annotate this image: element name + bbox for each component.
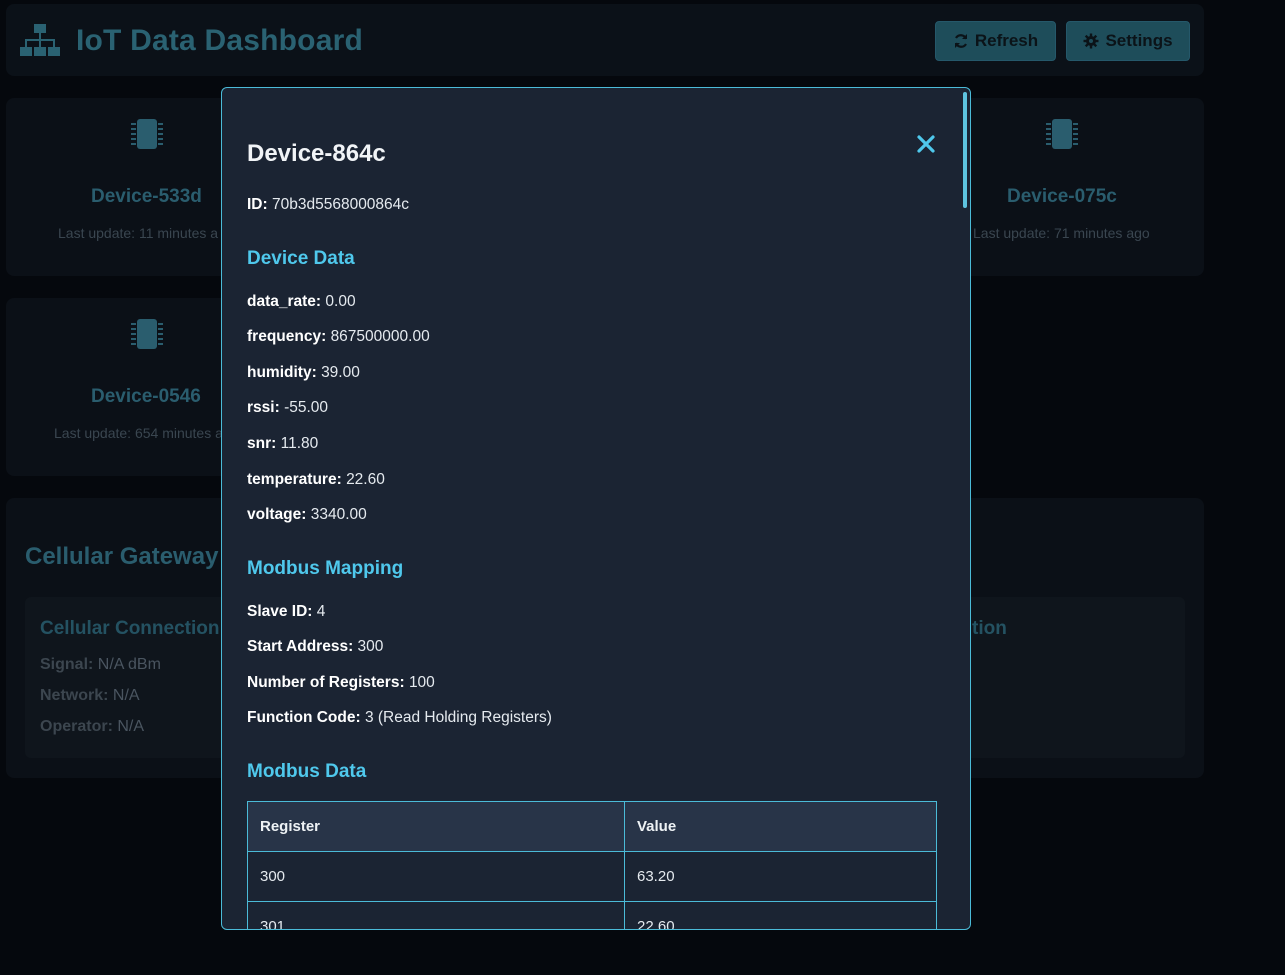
refresh-button[interactable]: Refresh	[935, 21, 1056, 61]
data-value: 867500000.00	[330, 328, 430, 345]
value-cell: 63.20	[624, 851, 937, 902]
device-last-update: Last update: 71 minutes ago	[973, 225, 1150, 241]
modbus-mapping-row: Start Address: 300	[247, 638, 383, 656]
mapping-value: 4	[316, 603, 326, 620]
network-value: N/A	[112, 687, 140, 704]
data-label: frequency:	[247, 328, 327, 345]
device-data-row: snr: 11.80	[247, 435, 318, 453]
table-header-row: Register Value	[247, 801, 937, 852]
data-value: 11.80	[280, 435, 319, 452]
device-detail-modal: Device-864c ID: 70b3d5568000864c Device …	[221, 87, 971, 930]
device-last-update: Last update: 654 minutes a	[54, 425, 223, 441]
data-value: 0.00	[325, 293, 356, 310]
data-label: data_rate:	[247, 293, 322, 310]
refresh-icon	[954, 34, 967, 48]
device-data-row: data_rate: 0.00	[247, 293, 356, 311]
signal-row: Signal: N/A dBm	[40, 656, 161, 674]
operator-value: N/A	[117, 718, 145, 735]
operator-label: Operator:	[40, 718, 113, 735]
operator-row: Operator: N/A	[40, 718, 144, 736]
mapping-value: 100	[408, 674, 435, 691]
modal-scrollbar[interactable]	[963, 92, 967, 208]
device-data-row: voltage: 3340.00	[247, 506, 367, 524]
device-name: Device-075c	[1007, 186, 1117, 207]
network-icon	[20, 24, 60, 56]
table-row: 301 22.60	[247, 901, 937, 929]
data-value: -55.00	[284, 399, 329, 416]
device-name: Device-0546	[91, 386, 201, 407]
device-id-label: ID:	[247, 196, 268, 213]
modbus-mapping-heading: Modbus Mapping	[247, 558, 404, 579]
device-data-row: humidity: 39.00	[247, 364, 360, 382]
close-icon[interactable]	[914, 132, 938, 156]
device-id-row: ID: 70b3d5568000864c	[247, 196, 409, 214]
modbus-data-table: Register Value 300 63.20 301 22.60	[247, 801, 937, 929]
cellular-connection-title: Cellular Connection	[40, 618, 220, 639]
mapping-label: Slave ID:	[247, 603, 313, 620]
register-cell: 301	[247, 901, 625, 929]
chip-icon	[1046, 119, 1078, 149]
refresh-label: Refresh	[974, 31, 1039, 50]
mapping-label: Function Code:	[247, 709, 361, 726]
data-value: 3340.00	[310, 506, 367, 523]
modbus-mapping-row: Function Code: 3 (Read Holding Registers…	[247, 709, 552, 727]
gateway-title: Cellular Gateway	[25, 543, 219, 570]
gear-icon	[1083, 33, 1099, 49]
device-data-heading: Device Data	[247, 248, 355, 269]
settings-label: Settings	[1105, 31, 1173, 50]
modbus-mapping-row: Number of Registers: 100	[247, 674, 435, 692]
mapping-label: Number of Registers:	[247, 674, 405, 691]
device-data-row: rssi: -55.00	[247, 399, 328, 417]
mapping-value: 300	[357, 638, 384, 655]
chip-icon	[131, 119, 163, 149]
data-label: humidity:	[247, 364, 317, 381]
data-value: 22.60	[346, 471, 385, 488]
app-title: IoT Data Dashboard	[76, 24, 363, 57]
device-name: Device-533d	[91, 186, 202, 207]
signal-label: Signal:	[40, 656, 94, 673]
modal-title: Device-864c	[247, 140, 386, 167]
data-label: voltage:	[247, 506, 307, 523]
gateway-right-title: tion	[972, 618, 1007, 639]
data-label: temperature:	[247, 471, 342, 488]
mapping-label: Start Address:	[247, 638, 354, 655]
device-data-row: temperature: 22.60	[247, 471, 385, 489]
modbus-data-heading: Modbus Data	[247, 761, 367, 782]
register-cell: 300	[247, 851, 625, 902]
device-data-row: frequency: 867500000.00	[247, 328, 430, 346]
table-row: 300 63.20	[247, 851, 937, 902]
network-row: Network: N/A	[40, 687, 140, 705]
network-label: Network:	[40, 687, 109, 704]
signal-value: N/A dBm	[97, 656, 161, 673]
settings-button[interactable]: Settings	[1066, 21, 1190, 61]
column-header-value: Value	[624, 801, 937, 852]
column-header-register: Register	[247, 801, 625, 852]
device-id-value: 70b3d5568000864c	[271, 196, 410, 213]
modbus-mapping-row: Slave ID: 4	[247, 603, 325, 621]
mapping-value: 3 (Read Holding Registers)	[364, 709, 552, 726]
app-header: IoT Data Dashboard Refresh Settings	[6, 4, 1204, 76]
value-cell: 22.60	[624, 901, 937, 929]
data-label: rssi:	[247, 399, 280, 416]
data-value: 39.00	[321, 364, 360, 381]
device-last-update: Last update: 11 minutes a	[58, 225, 219, 241]
chip-icon	[131, 319, 163, 349]
data-label: snr:	[247, 435, 277, 452]
